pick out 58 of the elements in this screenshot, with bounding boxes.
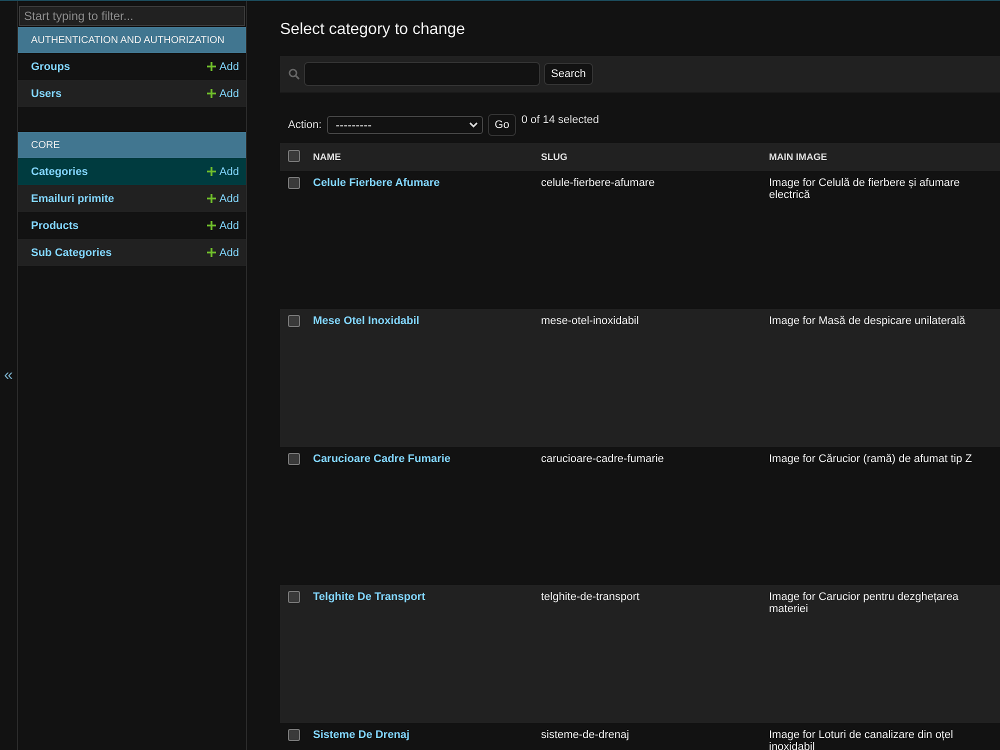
plus-icon	[207, 62, 216, 71]
go-button[interactable]: Go	[488, 114, 516, 136]
app-caption: AUTHENTICATION AND AUTHORIZATION	[18, 27, 246, 53]
name-link[interactable]: Sisteme De Drenaj	[313, 729, 410, 741]
selection-counter: 0 of 14 selected	[521, 114, 599, 126]
table-cell: telghite-de-transport	[533, 585, 761, 723]
model-link[interactable]: Groups	[31, 60, 70, 72]
table-cell: Image for Celulă de fierbere și afumare electrică	[761, 171, 1000, 309]
table-cell: Image for Carucior pentru dezghețarea materiei	[761, 585, 1000, 723]
table-cell: carucioare-cadre-fumarie	[533, 447, 761, 585]
sidebar-item[interactable]: Users Add	[18, 80, 246, 107]
add-link[interactable]: Add	[207, 88, 239, 100]
table-cell: Image for Masă de despicare unilaterală	[761, 309, 1000, 447]
model-link[interactable]: Sub Categories	[31, 246, 112, 258]
add-link[interactable]: Add	[207, 220, 239, 232]
plus-icon	[207, 194, 216, 203]
name-link[interactable]: Celule Fierbere Afumare	[313, 177, 440, 189]
model-link[interactable]: Emailuri primite	[31, 192, 114, 204]
model-link[interactable]: Products	[31, 220, 79, 232]
action-label: Action:	[288, 119, 322, 131]
row-checkbox[interactable]	[288, 315, 300, 327]
plus-icon	[207, 248, 216, 257]
name-link[interactable]: Mese Otel Inoxidabil	[313, 315, 420, 327]
column-header[interactable]: NAME	[305, 143, 533, 171]
plus-icon	[207, 167, 216, 176]
search-field[interactable]	[304, 62, 540, 86]
add-link[interactable]: Add	[207, 246, 239, 258]
plus-icon	[207, 89, 216, 98]
table-cell: mese-otel-inoxidabil	[533, 309, 761, 447]
model-link[interactable]: Users	[31, 88, 62, 100]
column-header[interactable]: SLUG	[533, 143, 761, 171]
row-checkbox[interactable]	[288, 453, 300, 465]
row-checkbox[interactable]	[288, 729, 300, 741]
row-checkbox[interactable]	[288, 177, 300, 189]
search-button[interactable]: Search	[544, 63, 593, 85]
model-link[interactable]: Categories	[31, 166, 88, 178]
plus-icon	[207, 221, 216, 230]
table-cell: celule-fierbere-afumare	[533, 171, 761, 309]
add-link[interactable]: Add	[207, 192, 239, 204]
sidebar-item[interactable]: Categories Add	[18, 158, 246, 185]
search-icon	[288, 68, 300, 80]
table-cell: Image for Cărucior (ramă) de afumat tip Z	[761, 447, 1000, 585]
table-cell: Image for Loturi de canalizare din oțel inoxidabil	[761, 723, 1000, 750]
column-header[interactable]: MAIN IMAGE	[761, 143, 1000, 171]
sidebar-item[interactable]: Sub Categories Add	[18, 239, 246, 266]
add-link[interactable]: Add	[207, 60, 239, 72]
select-all-checkbox[interactable]	[288, 150, 300, 162]
sidebar-item[interactable]: Emailuri primite Add	[18, 185, 246, 212]
name-link[interactable]: Telghite De Transport	[313, 591, 426, 603]
filter-field[interactable]: Start typing to filter...	[19, 6, 245, 26]
chevron-icon	[468, 122, 478, 128]
name-link[interactable]: Carucioare Cadre Fumarie	[313, 453, 451, 465]
table-cell: sisteme-de-drenaj	[533, 723, 761, 750]
row-checkbox[interactable]	[288, 591, 300, 603]
add-link[interactable]: Add	[207, 166, 239, 178]
action-select[interactable]: ---------	[326, 116, 483, 134]
page-title: Select category to change	[280, 21, 466, 39]
app-caption: CORE	[18, 132, 246, 158]
